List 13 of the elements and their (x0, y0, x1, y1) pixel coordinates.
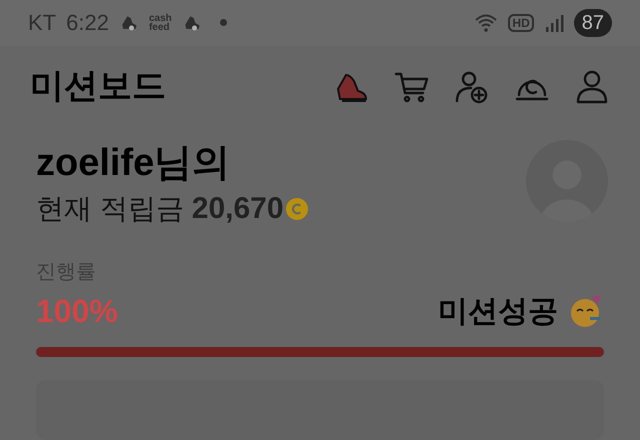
page-title: 미션보드 (30, 66, 167, 108)
mission-status: 미션성공 (438, 294, 558, 330)
user-name: zoelife님의 (36, 141, 232, 186)
progress-percent: 100% (36, 292, 119, 331)
carrier-text: KT (28, 9, 56, 38)
hd-icon: HD (508, 14, 534, 32)
balance-label: 현재 적립금 (36, 192, 184, 226)
app-badge-text: cash feed (148, 14, 172, 32)
signal-icon (544, 12, 564, 33)
battery-indicator: 87 (574, 8, 612, 37)
clock-text: 6:22 (66, 9, 109, 38)
balance-amount: 20,670 (192, 191, 284, 227)
user-icon[interactable] (574, 68, 610, 105)
